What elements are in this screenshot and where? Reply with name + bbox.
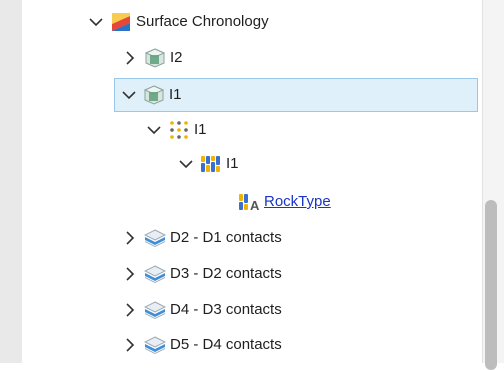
tree-item-rocktype[interactable]: A RockType xyxy=(238,184,331,220)
tree-item-label: Surface Chronology xyxy=(136,13,269,30)
contact-surface-icon xyxy=(144,335,166,355)
svg-text:A: A xyxy=(250,198,260,212)
chevron-right-icon[interactable] xyxy=(122,50,138,66)
chevron-right-icon[interactable] xyxy=(122,266,138,282)
contact-surface-icon xyxy=(144,228,166,248)
tree-item-d4-d3-contacts[interactable]: D4 - D3 contacts xyxy=(122,292,282,328)
tree-item-i1-columns[interactable]: I1 xyxy=(178,146,239,182)
tree-item-label: D3 - D2 contacts xyxy=(170,265,282,282)
tree-item-i1-points[interactable]: I1 xyxy=(146,112,207,148)
tree-item-label: I2 xyxy=(170,49,183,66)
volume-icon xyxy=(143,85,165,105)
tree-item-i1-volume[interactable]: I1 xyxy=(114,78,478,112)
tree-item-i2[interactable]: I2 xyxy=(122,40,183,76)
rocktype-link[interactable]: RockType xyxy=(264,192,331,212)
chevron-right-icon[interactable] xyxy=(122,230,138,246)
surface-chronology-icon xyxy=(110,12,132,32)
tree-item-label: I1 xyxy=(194,121,207,138)
contact-surface-icon xyxy=(144,264,166,284)
tree-item-label: I1 xyxy=(169,86,182,103)
tree-item-label: I1 xyxy=(226,155,239,172)
tree-item-d3-d2-contacts[interactable]: D3 - D2 contacts xyxy=(122,256,282,292)
tree-item-label: D2 - D1 contacts xyxy=(170,229,282,246)
contact-surface-icon xyxy=(144,300,166,320)
bar-columns-icon xyxy=(200,154,222,174)
chevron-down-icon[interactable] xyxy=(121,87,137,103)
rocktype-icon: A xyxy=(238,192,260,212)
chevron-right-icon[interactable] xyxy=(122,302,138,318)
chevron-down-icon[interactable] xyxy=(146,122,162,138)
tree-item-d2-d1-contacts[interactable]: D2 - D1 contacts xyxy=(122,220,282,256)
chevron-down-icon[interactable] xyxy=(178,156,194,172)
tree-item-d5-d4-contacts[interactable]: D5 - D4 contacts xyxy=(122,327,282,363)
chevron-down-icon[interactable] xyxy=(88,14,104,30)
tree-item-label: D4 - D3 contacts xyxy=(170,301,282,318)
tree-item-label: D5 - D4 contacts xyxy=(170,336,282,353)
left-panel-border xyxy=(0,0,22,363)
volume-icon xyxy=(144,48,166,68)
vertical-scrollbar-thumb[interactable] xyxy=(485,200,497,370)
points-icon xyxy=(168,120,190,140)
tree-item-surface-chronology[interactable]: Surface Chronology xyxy=(88,4,269,40)
chevron-right-icon[interactable] xyxy=(122,337,138,353)
